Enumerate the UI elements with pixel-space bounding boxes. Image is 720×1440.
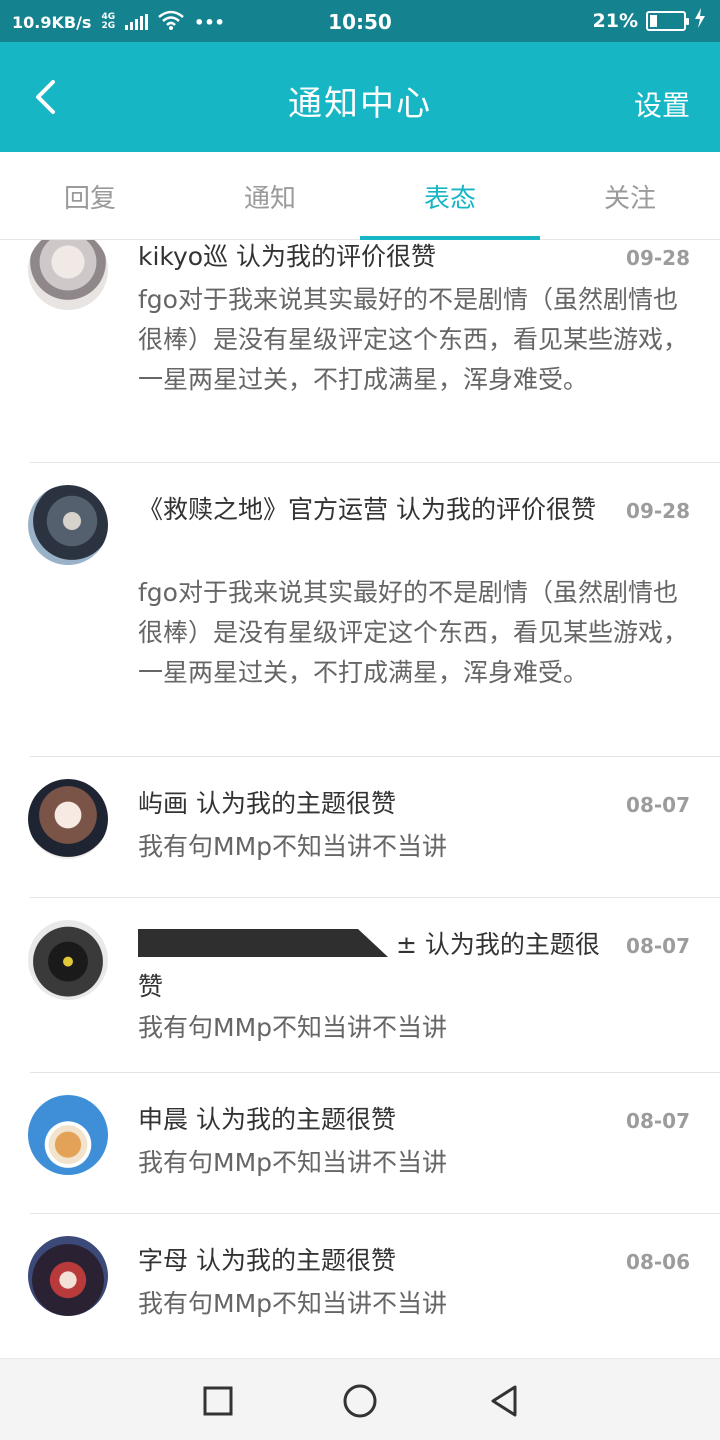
avatar[interactable] <box>28 1095 108 1175</box>
avatar[interactable] <box>28 920 108 1000</box>
status-bar: 10.9KB/s 4G 2G ••• 10:50 21% <box>0 0 720 42</box>
tab-bar: 回复 通知 表态 关注 <box>0 152 720 240</box>
notification-title: kikyo巡 认为我的评价很赞 <box>138 242 437 271</box>
notification-date: 08-07 <box>626 1109 690 1133</box>
home-button[interactable] <box>338 1379 382 1423</box>
notification-title: ± 认为我的主题很赞 <box>138 924 608 1008</box>
notification-date: 09-28 <box>626 499 690 523</box>
tab-follows[interactable]: 关注 <box>540 152 720 240</box>
redacted-username <box>138 929 388 957</box>
battery-fill <box>650 14 657 27</box>
list-item[interactable]: 字母 认为我的主题很赞 08-06 我有句MMp不知当讲不当讲 <box>0 1214 720 1358</box>
notification-date: 08-07 <box>626 934 690 958</box>
notification-date: 08-06 <box>626 1250 690 1274</box>
charging-icon <box>694 8 706 33</box>
back-nav-button[interactable] <box>482 1379 526 1423</box>
notification-body: 我有句MMp不知当讲不当讲 <box>138 1013 448 1042</box>
notification-body: 我有句MMp不知当讲不当讲 <box>138 832 448 861</box>
list-item[interactable]: ± 认为我的主题很赞 08-07 我有句MMp不知当讲不当讲 <box>0 898 720 1073</box>
list-item[interactable]: 《救赎之地》官方运营 认为我的评价很赞 09-28 fgo对于我来说其实最好的不… <box>0 463 720 757</box>
notification-title: 《救赎之地》官方运营 认为我的评价很赞 <box>138 495 596 524</box>
avatar[interactable] <box>28 485 108 565</box>
tab-replies[interactable]: 回复 <box>0 152 180 240</box>
notification-body: 我有句MMp不知当讲不当讲 <box>138 1289 448 1318</box>
notification-body: fgo对于我来说其实最好的不是剧情（虽然剧情也很棒）是没有星级评定这个东西，看见… <box>138 285 689 394</box>
tab-notifications[interactable]: 通知 <box>180 152 360 240</box>
notification-list: kikyo巡 认为我的评价很赞 09-28 fgo对于我来说其实最好的不是剧情（… <box>0 240 720 1358</box>
square-icon <box>203 1386 233 1416</box>
avatar[interactable] <box>28 779 108 859</box>
recent-apps-button[interactable] <box>196 1379 240 1423</box>
list-item[interactable]: 屿画 认为我的主题很赞 08-07 我有句MMp不知当讲不当讲 <box>0 757 720 898</box>
notification-title: 申晨 认为我的主题很赞 <box>138 1105 396 1134</box>
navigation-bar <box>0 1358 720 1440</box>
notification-title: 屿画 认为我的主题很赞 <box>138 789 396 818</box>
circle-icon <box>343 1384 377 1418</box>
settings-button[interactable]: 设置 <box>634 84 690 124</box>
battery-percent: 21% <box>592 9 638 32</box>
list-item[interactable]: kikyo巡 认为我的评价很赞 09-28 fgo对于我来说其实最好的不是剧情（… <box>0 240 720 463</box>
notification-body: fgo对于我来说其实最好的不是剧情（虽然剧情也很棒）是没有星级评定这个东西，看见… <box>138 578 689 687</box>
notification-date: 09-28 <box>626 246 690 270</box>
notification-date: 08-07 <box>626 793 690 817</box>
list-item[interactable]: 申晨 认为我的主题很赞 08-07 我有句MMp不知当讲不当讲 <box>0 1073 720 1214</box>
avatar[interactable] <box>28 240 108 310</box>
page-title: 通知中心 <box>288 84 432 124</box>
app-bar: 通知中心 设置 <box>0 42 720 152</box>
triangle-back-icon <box>491 1385 517 1417</box>
tab-reactions[interactable]: 表态 <box>360 152 540 240</box>
notification-body: 我有句MMp不知当讲不当讲 <box>138 1148 448 1177</box>
avatar[interactable] <box>28 1236 108 1316</box>
battery-icon <box>646 10 689 31</box>
notification-title: 字母 认为我的主题很赞 <box>138 1246 396 1275</box>
status-right: 21% <box>593 8 706 33</box>
